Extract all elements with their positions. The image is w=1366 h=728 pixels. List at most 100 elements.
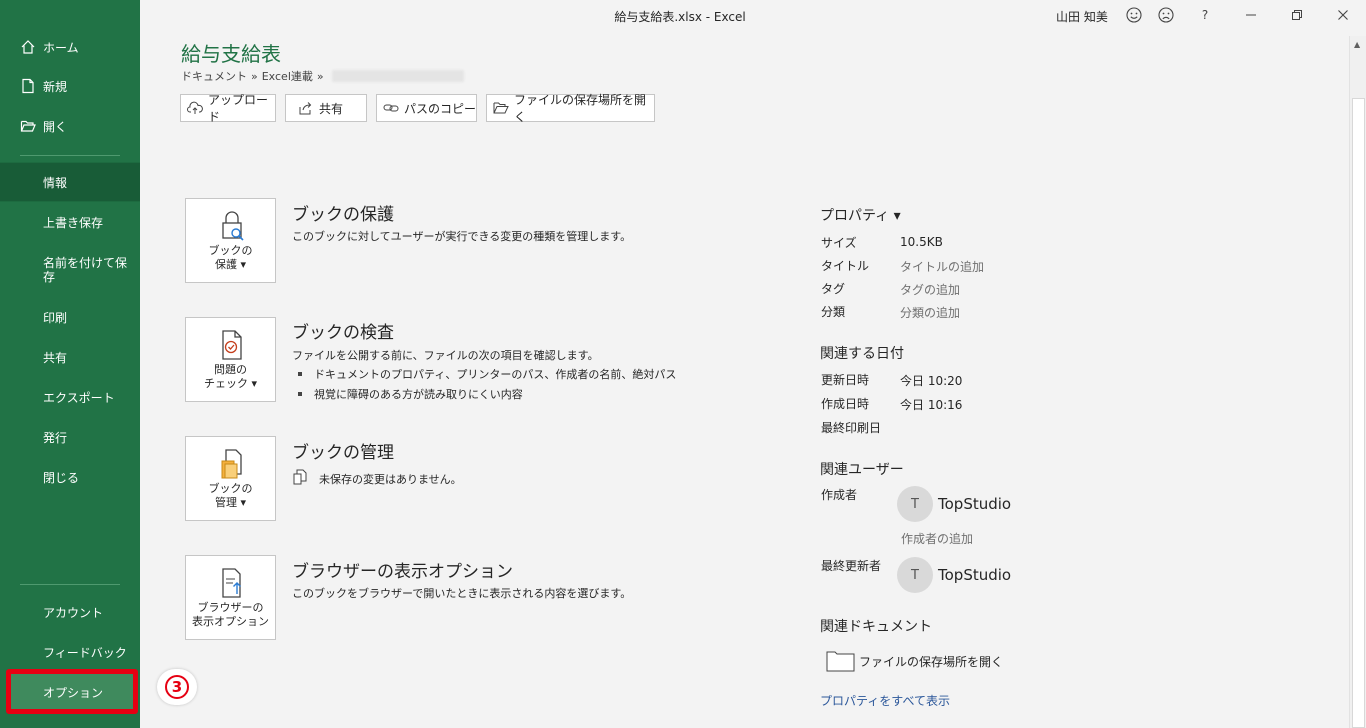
redacted-path xyxy=(331,70,464,82)
sidebar-item-label: 情報 xyxy=(43,175,68,190)
new-document-icon xyxy=(22,78,34,94)
sidebar-item-label: 閉じる xyxy=(43,470,80,485)
sidebar-item-new[interactable]: 新規 xyxy=(0,66,140,106)
sidebar-item-save-as[interactable]: 名前を付けて保存 xyxy=(0,248,130,292)
annotation-number: 3 xyxy=(165,675,189,699)
sidebar-divider xyxy=(20,584,120,585)
breadcrumb-separator: » xyxy=(251,69,258,83)
date-value: 今日 10:16 xyxy=(900,398,963,412)
open-file-location-link[interactable]: ファイルの保存場所を開く xyxy=(826,650,1003,672)
lock-search-icon xyxy=(222,211,244,241)
inspect-bullet: ドキュメントのプロパティ、プリンターのパス、作成者の名前、絶対パス xyxy=(298,366,676,382)
share-button-label: 共有 xyxy=(319,101,344,116)
protect-section-description: このブックに対してユーザーが実行できる変更の種類を管理します。 xyxy=(292,230,632,243)
check-for-issues-button[interactable]: 問題の チェック ▾ xyxy=(185,317,276,402)
show-all-properties-link[interactable]: プロパティをすべて表示 xyxy=(820,692,950,709)
last-modified-name[interactable]: TopStudio xyxy=(938,566,1011,584)
property-value-input[interactable]: タイトルの追加 xyxy=(900,258,984,275)
folder-open-icon xyxy=(493,102,509,114)
copy-path-button[interactable]: パスのコピー xyxy=(376,94,477,122)
inspect-section-description: ファイルを公開する前に、ファイルの次の項目を確認します。 xyxy=(292,349,599,362)
copy-path-button-label: パスのコピー xyxy=(404,101,477,116)
open-file-location-button[interactable]: ファイルの保存場所を開く xyxy=(486,93,655,124)
breadcrumb-item[interactable]: ドキュメント xyxy=(181,68,247,84)
close-window-icon[interactable] xyxy=(1334,6,1352,24)
avatar: T xyxy=(897,486,933,522)
protect-workbook-button[interactable]: ブックの 保護 ▾ xyxy=(185,198,276,283)
related-dates-heading: 関連する日付 xyxy=(820,346,904,362)
property-label: タイトル xyxy=(821,259,870,273)
sidebar-item-open[interactable]: 開く xyxy=(0,106,140,146)
share-button[interactable]: 共有 xyxy=(285,94,367,122)
sidebar-divider xyxy=(20,155,120,156)
documents-icon xyxy=(293,469,307,485)
manage-section-title: ブックの管理 xyxy=(292,443,394,463)
upload-button[interactable]: アップロード xyxy=(180,93,276,124)
open-file-location-text: ファイルの保存場所を開く xyxy=(859,654,1004,669)
open-folder-icon xyxy=(20,120,36,132)
sidebar-item-export[interactable]: エクスポート xyxy=(0,377,140,417)
sidebar-item-close[interactable]: 閉じる xyxy=(0,457,140,497)
sidebar-item-label: アカウント xyxy=(43,605,104,620)
sidebar-item-label: 新規 xyxy=(43,79,68,94)
help-button[interactable]: ? xyxy=(1196,6,1214,24)
scroll-up-icon[interactable]: ▲ xyxy=(1354,40,1360,49)
add-author-input[interactable]: 作成者の追加 xyxy=(901,530,973,547)
manage-button-line2: 管理 ▾ xyxy=(214,496,247,509)
restore-icon[interactable] xyxy=(1288,6,1306,24)
sidebar-item-home[interactable]: ホーム xyxy=(0,27,140,67)
minimize-icon[interactable] xyxy=(1242,6,1260,24)
sidebar-item-label: ホーム xyxy=(43,40,79,55)
sidebar-item-info[interactable]: 情報 xyxy=(0,162,140,202)
date-label: 最終印刷日 xyxy=(821,421,882,435)
sidebar-item-publish[interactable]: 発行 xyxy=(0,417,140,457)
sidebar-item-label: エクスポート xyxy=(43,390,115,405)
protect-button-line1: ブックの xyxy=(208,244,253,257)
property-label: 分類 xyxy=(821,305,846,319)
property-value-input[interactable]: 分類の追加 xyxy=(900,304,960,321)
excel-backstage-window: ホーム 新規 開く 情報 上書き保存 名前を付けて保存 印刷 共有 エクスポート xyxy=(0,0,1366,728)
vertical-scrollbar[interactable]: ▲ xyxy=(1349,36,1366,728)
user-name[interactable]: 山田 知美 xyxy=(1056,8,1108,25)
browser-view-options-button[interactable]: ブラウザーの 表示オプション xyxy=(185,555,276,640)
window-title: 給与支給表.xlsx - Excel xyxy=(614,10,746,24)
sidebar-item-share[interactable]: 共有 xyxy=(0,337,140,377)
sidebar-item-label: 開く xyxy=(43,119,68,134)
inspect-bullet: 視覚に障碍のある方が読み取りにくい内容 xyxy=(298,386,523,402)
link-icon xyxy=(383,104,399,112)
check-button-line2: チェック ▾ xyxy=(203,377,258,390)
sidebar-item-save[interactable]: 上書き保存 xyxy=(0,202,140,242)
avatar: T xyxy=(897,557,933,593)
browser-document-icon xyxy=(222,568,241,598)
property-label: タグ xyxy=(821,282,846,296)
properties-heading[interactable]: プロパティ ▾ xyxy=(820,205,901,225)
property-value-input[interactable]: タグの追加 xyxy=(900,281,960,298)
document-stack-icon xyxy=(221,449,242,479)
annotation-highlight-box xyxy=(6,669,138,714)
home-icon xyxy=(21,40,35,54)
author-name[interactable]: TopStudio xyxy=(938,495,1011,513)
breadcrumb-item[interactable]: Excel連載 xyxy=(262,68,313,84)
folder-icon xyxy=(826,651,855,672)
smile-feedback-icon[interactable] xyxy=(1125,6,1143,24)
breadcrumb-separator: » xyxy=(316,69,324,83)
scroll-thumb[interactable] xyxy=(1352,98,1365,728)
check-button-line1: 問題の xyxy=(214,363,247,376)
inspect-section-title: ブックの検査 xyxy=(292,323,394,343)
page-title: 給与支給表 xyxy=(181,42,281,66)
related-people-heading: 関連ユーザー xyxy=(820,462,904,478)
sidebar-item-feedback[interactable]: フィードバック xyxy=(0,632,140,672)
open-file-location-label: ファイルの保存場所を開く xyxy=(514,93,647,124)
property-value: 10.5KB xyxy=(900,235,943,249)
frown-feedback-icon[interactable] xyxy=(1157,6,1175,24)
manage-button-line1: ブックの xyxy=(208,482,253,495)
share-icon xyxy=(299,102,312,115)
protect-button-line2: 保護 ▾ xyxy=(214,258,247,271)
sidebar-item-account[interactable]: アカウント xyxy=(0,592,140,632)
manage-workbook-button[interactable]: ブックの 管理 ▾ xyxy=(185,436,276,521)
breadcrumb: ドキュメント » Excel連載 » xyxy=(181,68,464,84)
inspect-bullet-text: ドキュメントのプロパティ、プリンターのパス、作成者の名前、絶対パス xyxy=(314,368,677,381)
author-label: 作成者 xyxy=(821,488,858,502)
sidebar-item-print[interactable]: 印刷 xyxy=(0,297,140,337)
backstage-sidebar: ホーム 新規 開く 情報 上書き保存 名前を付けて保存 印刷 共有 エクスポート xyxy=(0,0,140,728)
